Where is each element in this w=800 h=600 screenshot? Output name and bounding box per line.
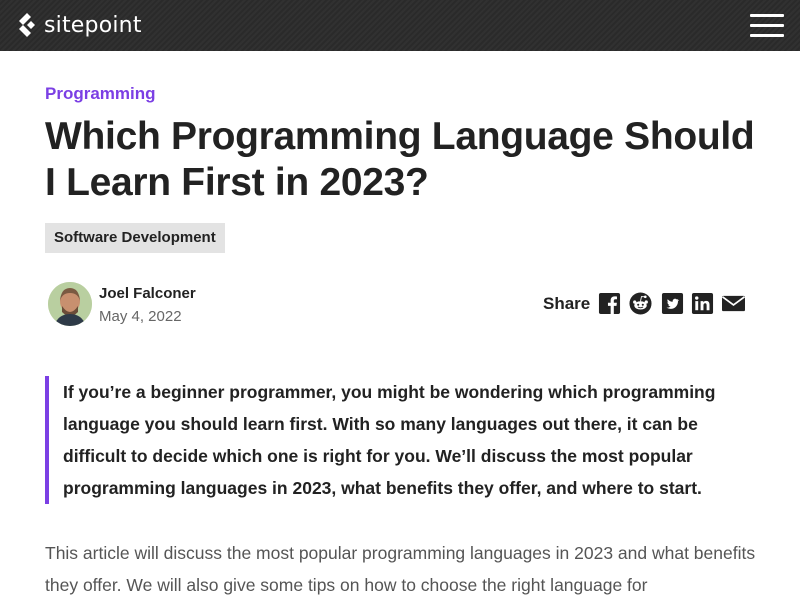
publish-date: May 4, 2022 [99,308,182,325]
avatar-image [48,282,92,326]
twitter-icon[interactable] [661,292,684,315]
reddit-icon[interactable] [629,292,652,315]
share-label: Share [543,294,591,313]
article-body: This article will discuss the most popul… [45,543,756,595]
topic-tag[interactable]: Software Development [45,223,225,253]
facebook-icon[interactable] [598,292,621,315]
logo-text: sitepoint [44,12,142,38]
author-avatar[interactable] [48,282,92,326]
lead-text: If you’re a beginner programmer, you mig… [63,382,716,498]
hamburger-menu-icon[interactable] [750,14,784,38]
article-lead: If you’re a beginner programmer, you mig… [45,376,755,504]
site-header: sitepoint [0,0,800,51]
sitepoint-logo-icon [19,13,35,37]
page-title: Which Programming Language Should I Lear… [45,115,755,204]
author-name[interactable]: Joel Falconer [99,285,196,302]
linkedin-icon[interactable] [691,292,714,315]
sitepoint-logo[interactable]: sitepoint [16,12,142,38]
email-icon[interactable] [721,292,746,315]
category-link[interactable]: Programming [45,84,156,104]
